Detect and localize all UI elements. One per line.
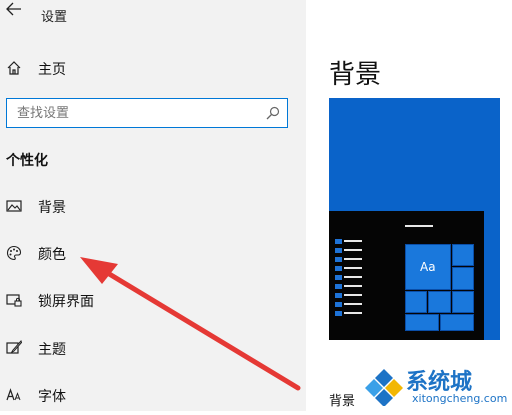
sidebar-item-label: 字体 [38,389,66,405]
watermark-logo-icon [364,366,404,407]
sidebar-item-label: 锁屏界面 [38,294,94,310]
preview-tile [405,291,427,313]
background-type-label: 背景 [329,394,356,409]
preview-tile [405,314,439,331]
preview-tile [452,291,474,313]
preview-menu-line [344,312,362,314]
search-box[interactable] [6,98,288,128]
preview-tile [428,291,451,313]
preview-menu-line [344,258,362,260]
sidebar-item-label: 主页 [38,62,66,78]
title-bar: 设置 [0,0,306,28]
preview-tile [440,314,474,331]
sidebar-item-label: 主题 [38,342,66,358]
sidebar-item-background[interactable]: 背景 [0,186,306,226]
preview-menu-line [344,276,362,278]
preview-menu-item [335,266,342,271]
section-heading: 个性化 [6,153,48,169]
watermark-url: xitongcheng.com [412,392,508,405]
page-title: 背景 [329,60,382,90]
sidebar-item-lock-screen[interactable]: 锁屏界面 [0,280,306,320]
palette-icon [6,245,22,261]
preview-menu-item [335,248,342,253]
font-icon [6,387,22,403]
preview-menu-item [335,275,342,280]
preview-menu-line [344,285,362,287]
theme-brush-icon [6,340,23,356]
background-preview: Aa [329,98,500,340]
picture-icon [6,198,22,214]
preview-menu-line [344,267,362,269]
preview-tile-aa: Aa [405,244,451,290]
preview-menu-item [335,302,342,307]
preview-menu-item [335,284,342,289]
lock-screen-icon [6,292,22,308]
preview-menu-line [344,294,362,296]
search-icon[interactable] [265,105,281,121]
preview-menu-line [344,249,362,251]
preview-menu-item [335,239,342,244]
preview-tile [452,267,474,290]
preview-header-line [405,225,433,227]
sidebar-item-home[interactable]: 主页 [0,48,306,88]
preview-tile [452,244,474,266]
sidebar-item-label: 颜色 [38,247,66,263]
preview-menu-item [335,257,342,262]
preview-tile-text: Aa [420,260,436,274]
app-title: 设置 [41,10,68,25]
preview-menu-line [344,240,362,242]
preview-menu-line [344,303,362,305]
sidebar-item-fonts[interactable]: 字体 [0,375,306,415]
sidebar-item-label: 背景 [38,200,66,216]
preview-menu-item [335,293,342,298]
watermark: 系统城 xitongcheng.com [356,362,512,411]
back-arrow-icon[interactable] [6,2,24,18]
search-input[interactable] [17,103,257,123]
sidebar-item-colors[interactable]: 颜色 [0,233,306,273]
sidebar-item-themes[interactable]: 主题 [0,328,306,368]
home-icon [6,60,22,76]
preview-menu-item [335,311,342,316]
sidebar: 设置 主页 个性化 背景 颜色 锁屏界面 主题 [0,0,306,411]
